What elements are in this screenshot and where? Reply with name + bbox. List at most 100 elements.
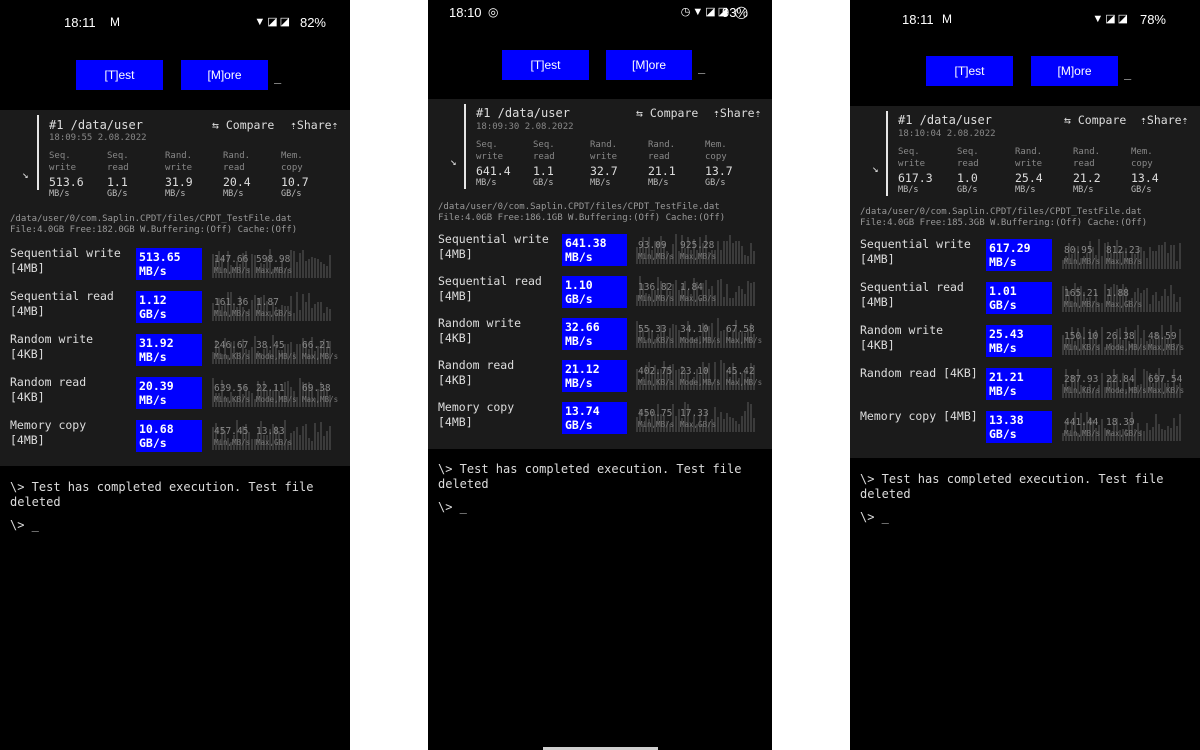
stat: 45.42 Max,MB/s — [726, 366, 763, 387]
graph-bar — [1155, 251, 1157, 269]
graph-bar — [1167, 425, 1169, 441]
test-button[interactable]: [T]est — [76, 60, 163, 90]
graph-bar — [723, 296, 725, 306]
stat: 18.39 Max,GB/s — [1106, 417, 1143, 438]
more-button[interactable]: [M]ore — [181, 60, 268, 90]
graph-bar — [735, 291, 737, 306]
stat: 22.11 Mode,MB/s — [256, 383, 297, 404]
more-button[interactable]: [M]ore — [1031, 56, 1118, 86]
graph-bar — [305, 301, 307, 321]
stat: 23.10 Mode,MB/s — [680, 366, 721, 387]
stat: 161.36 Min,MB/s — [214, 297, 251, 318]
test-button[interactable]: [T]est — [926, 56, 1013, 86]
graph-bar — [744, 255, 746, 264]
graph-bar — [1149, 247, 1151, 269]
command-prompt[interactable]: \> _ — [860, 510, 889, 524]
graph-bar — [675, 279, 677, 306]
graph-bar — [1146, 288, 1148, 312]
compare-button[interactable]: ⇆ Compare — [636, 106, 698, 120]
stat: 69.38 Max,MB/s — [302, 383, 339, 404]
graph-bar — [1173, 417, 1175, 441]
whatsapp-icon: ◎ — [488, 5, 499, 19]
stat: 402.75 Min,KB/s — [638, 366, 675, 387]
graph-bar — [729, 235, 731, 264]
results-panel: ↘ #1 /data/user ⇆ Compare ⇡Share⇡ 18:09:… — [428, 99, 772, 449]
metric-mem-copy: Mem. copy 10.7 GB/s — [281, 151, 309, 199]
cursor: _ — [274, 70, 282, 84]
test-result-bar: 13.74 GB/s — [562, 402, 627, 434]
graph-bar — [251, 300, 253, 321]
test-row: Random write [4KB] 31.92 MB/s 246.67 Min,K… — [0, 332, 350, 366]
share-button[interactable]: ⇡Share⇡ — [713, 106, 761, 120]
file-info: File:4.0GB Free:185.3GB W.Buffering:(Off… — [860, 218, 1148, 228]
graph-bar — [1158, 245, 1160, 269]
phone-screen-2: 18:10 ◎ ◷▼◪◪ 93% ◯ [T]est [M]ore _ ↘ #1 … — [428, 0, 772, 750]
graph-bar — [738, 240, 740, 264]
graph-bar — [293, 250, 295, 278]
graph-bar — [738, 286, 740, 306]
graph-bar — [735, 241, 737, 264]
compare-button[interactable]: ⇆ Compare — [212, 118, 274, 132]
graph-bar — [299, 435, 301, 450]
share-button[interactable]: ⇡Share⇡ — [290, 118, 338, 132]
test-row: Memory copy [4MB] 13.38 GB/s 441.44 Min,MB… — [850, 409, 1200, 443]
command-prompt[interactable]: \> _ — [10, 518, 39, 532]
stat: 48.59 Max,MB/s — [1148, 331, 1185, 352]
result-divider — [886, 111, 888, 196]
graph-bar — [329, 309, 331, 321]
command-prompt[interactable]: \> _ — [438, 500, 467, 514]
graph-bar — [317, 302, 319, 321]
graph-bar — [735, 421, 737, 432]
status-bar: 18:11 M ▼◪◪ 78% — [850, 12, 1200, 36]
more-button[interactable]: [M]ore — [606, 50, 692, 80]
graph-bar — [329, 426, 331, 450]
test-name: Random write [4KB] — [10, 332, 94, 361]
metric-mem-copy: Mem. copy 13.4 GB/s — [1131, 147, 1159, 195]
test-result-bar: 617.29 MB/s — [986, 239, 1052, 271]
graph-bar — [299, 378, 301, 407]
stat: 1.87 Max,GB/s — [256, 297, 293, 318]
graph-bar — [729, 297, 731, 306]
test-name: Random write [4KB] — [438, 316, 522, 345]
stat: 457.45 Min,MB/s — [214, 426, 251, 447]
graph-bar — [726, 240, 728, 264]
expand-arrow-icon[interactable]: ↘ — [450, 155, 457, 168]
graph-bar — [723, 329, 725, 348]
graph-bar — [308, 292, 310, 321]
test-row: Sequential read [4MB] 1.12 GB/s 161.36 Min… — [0, 289, 350, 323]
expand-arrow-icon[interactable]: ↘ — [872, 162, 879, 175]
test-name: Memory copy [4MB] — [438, 400, 515, 429]
test-result-bar: 25.43 MB/s — [986, 325, 1052, 357]
graph-bar — [726, 412, 728, 432]
graph-bar — [753, 417, 755, 432]
graph-bar — [1161, 428, 1163, 441]
graph-bar — [314, 257, 316, 278]
expand-arrow-icon[interactable]: ↘ — [22, 168, 29, 181]
test-name: Memory copy [4MB] — [860, 409, 978, 423]
stat: 67.58 Max,MB/s — [726, 324, 763, 345]
graph-bar — [1164, 430, 1166, 441]
test-button[interactable]: [T]est — [502, 50, 589, 80]
result-date: 18:09:55 2.08.2022 — [49, 133, 147, 143]
graph-bar — [1173, 293, 1175, 312]
signal-icons: ▼◪◪ — [254, 16, 292, 28]
result-title: #1 /data/user — [898, 113, 992, 127]
stat: 22.84 Mode,MB/s — [1106, 374, 1147, 395]
graph-bar — [1101, 419, 1103, 441]
graph-bar — [753, 281, 755, 306]
graph-bar — [1143, 250, 1145, 269]
graph-bar — [750, 403, 752, 432]
stat: 93.09 Min,MB/s — [638, 240, 675, 261]
stat: 450.75 Min,MB/s — [638, 408, 675, 429]
compare-button[interactable]: ⇆ Compare — [1064, 113, 1126, 127]
metric-rand-read: Rand. read 20.4 MB/s — [223, 151, 251, 199]
log-message: \> Test has completed execution. Test fi… — [438, 462, 742, 491]
graph-bar — [1170, 285, 1172, 312]
graph-bar — [308, 438, 310, 450]
graph-bar — [1170, 245, 1172, 269]
share-button[interactable]: ⇡Share⇡ — [1140, 113, 1188, 127]
phone-screen-3: 18:11 M ▼◪◪ 78% [T]est [M]ore _ ↘ #1 /da… — [850, 0, 1200, 750]
graph-bar — [317, 259, 319, 278]
graph-bar — [1101, 256, 1103, 269]
result-divider — [464, 104, 466, 189]
